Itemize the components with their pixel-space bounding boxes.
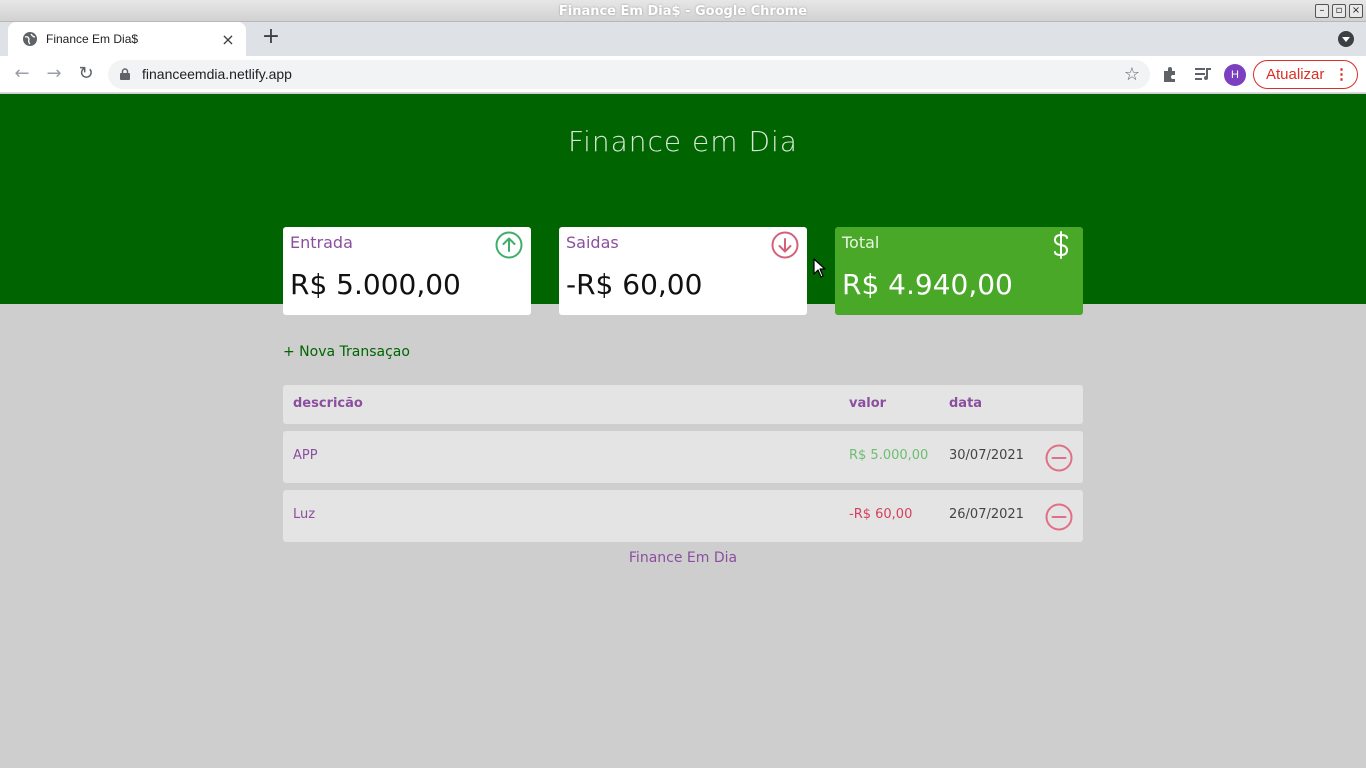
extensions-puzzle-icon[interactable]	[1161, 65, 1179, 83]
window-title: Finance Em Dia$ - Google Chrome	[558, 4, 808, 19]
window-controls: – ▫ ×	[1315, 4, 1363, 18]
os-titlebar: Finance Em Dia$ - Google Chrome – ▫ ×	[0, 0, 1366, 22]
tab-finance-em-dia[interactable]: Finance Em Dia$ ×	[8, 22, 246, 56]
expense-card: Saidas -R$ 60,00	[559, 227, 807, 315]
browser-toolbar: ← → ↻ financeemdia.netlify.app ☆ H Atual…	[0, 56, 1366, 93]
expense-label: Saidas	[566, 233, 619, 252]
header-value: valor	[849, 396, 887, 411]
minimize-button[interactable]: –	[1315, 4, 1329, 18]
update-button-label: Atualizar	[1266, 66, 1325, 83]
new-tab-button[interactable]: +	[259, 26, 283, 50]
total-card: Total R$ 4.940,00	[835, 227, 1083, 315]
url-text[interactable]: financeemdia.netlify.app	[142, 66, 292, 82]
income-card: Entrada R$ 5.000,00	[283, 227, 531, 315]
bookmark-star-icon[interactable]: ☆	[1124, 64, 1140, 85]
globe-icon	[23, 32, 37, 46]
income-value: R$ 5.000,00	[290, 268, 461, 301]
tab-close-icon[interactable]: ×	[220, 30, 236, 49]
row-description: Luz	[293, 507, 316, 522]
lock-icon[interactable]	[120, 68, 130, 80]
close-window-button[interactable]: ×	[1349, 4, 1363, 18]
transactions-table: descricão valor data APP R$ 5.000,00 30/…	[283, 385, 1083, 542]
table-row: Luz -R$ 60,00 26/07/2021	[283, 490, 1083, 542]
tab-strip: Finance Em Dia$ × +	[0, 22, 1366, 56]
row-value: R$ 5.000,00	[849, 448, 929, 463]
row-date: 26/07/2021	[949, 507, 1024, 522]
address-bar[interactable]: financeemdia.netlify.app ☆	[108, 60, 1150, 89]
row-date: 30/07/2021	[949, 448, 1024, 463]
tab-title: Finance Em Dia$	[46, 32, 139, 46]
page-title: Finance em Dia	[568, 125, 798, 158]
arrow-up-circle-icon	[495, 231, 523, 259]
remove-minus-circle-icon[interactable]	[1045, 503, 1073, 531]
table-header: descricão valor data	[283, 385, 1083, 424]
maximize-button[interactable]: ▫	[1332, 4, 1346, 18]
mouse-cursor-icon	[813, 258, 826, 278]
header-description: descricão	[293, 396, 363, 411]
total-value: R$ 4.940,00	[842, 268, 1013, 301]
arrow-down-circle-icon	[771, 231, 799, 259]
table-row: APP R$ 5.000,00 30/07/2021	[283, 431, 1083, 483]
row-description: APP	[293, 448, 318, 463]
remove-minus-circle-icon[interactable]	[1045, 444, 1073, 472]
page-footer: Finance Em Dia	[628, 550, 738, 566]
forward-button[interactable]: →	[42, 63, 66, 87]
media-controls-icon[interactable]	[1194, 65, 1212, 83]
profile-avatar[interactable]: H	[1224, 64, 1246, 86]
dollar-icon	[1053, 231, 1069, 259]
total-label: Total	[842, 233, 880, 252]
menu-kebab-icon[interactable]: ⋮	[1334, 61, 1349, 88]
new-transaction-link[interactable]: + Nova Transaçao	[283, 344, 410, 360]
tab-search-icon[interactable]	[1338, 31, 1354, 47]
back-button[interactable]: ←	[10, 63, 34, 87]
row-value: -R$ 60,00	[849, 507, 913, 522]
expense-value: -R$ 60,00	[566, 268, 703, 301]
reload-button[interactable]: ↻	[74, 63, 98, 87]
header-date: data	[949, 396, 983, 411]
update-button[interactable]: Atualizar ⋮	[1253, 60, 1358, 89]
income-label: Entrada	[290, 233, 353, 252]
